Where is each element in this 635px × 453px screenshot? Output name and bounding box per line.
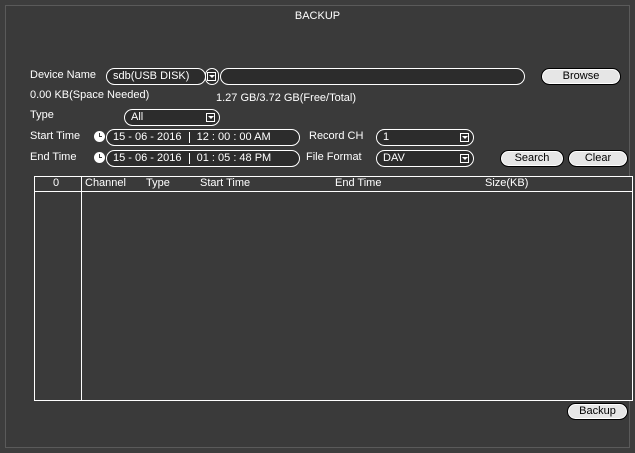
end-time-label: End Time (30, 151, 77, 163)
search-button[interactable]: Search (500, 150, 564, 167)
device-dropdown-button[interactable] (205, 68, 219, 85)
table-header: 0 Channel Type Start Time End Time Size(… (35, 177, 632, 192)
backup-window: BACKUP Device Name sdb(USB DISK) Browse … (5, 5, 633, 448)
field-divider (188, 152, 190, 164)
column-header-index: 0 (53, 177, 60, 189)
end-datetime-field[interactable]: 15 - 06 - 2016 01 : 05 : 48 PM (106, 150, 300, 167)
record-ch-label: Record CH (309, 130, 364, 142)
file-format-value: DAV (383, 152, 405, 164)
column-header-start-time: Start Time (200, 177, 251, 189)
chevron-down-icon (460, 133, 469, 142)
backup-button[interactable]: Backup (567, 403, 628, 420)
column-divider (81, 177, 82, 400)
type-select[interactable]: All (124, 109, 220, 126)
start-time-label: Start Time (30, 130, 81, 142)
results-table[interactable]: 0 Channel Type Start Time End Time Size(… (34, 176, 633, 401)
chevron-down-icon (207, 72, 216, 81)
end-date-value: 15 - 06 - 2016 (113, 152, 182, 164)
file-format-select[interactable]: DAV (376, 150, 474, 167)
start-datetime-field[interactable]: 15 - 06 - 2016 12 : 00 : 00 AM (106, 129, 300, 146)
browse-button[interactable]: Browse (541, 68, 621, 85)
end-time-value: 01 : 05 : 48 PM (196, 152, 272, 164)
free-total-text: 1.27 GB/3.72 GB(Free/Total) (216, 92, 357, 104)
field-divider (188, 131, 190, 143)
clock-icon (94, 152, 105, 163)
device-path-field[interactable] (220, 68, 525, 85)
device-name-label: Device Name (30, 69, 97, 81)
column-header-type: Type (146, 177, 170, 189)
start-date-value: 15 - 06 - 2016 (113, 131, 182, 143)
clear-button[interactable]: Clear (568, 150, 628, 167)
clock-icon (94, 131, 105, 142)
device-select-value: sdb(USB DISK) (113, 70, 190, 82)
type-label: Type (30, 109, 54, 121)
record-ch-value: 1 (383, 131, 390, 143)
column-header-end-time: End Time (335, 177, 382, 189)
chevron-down-icon (460, 154, 469, 163)
start-time-value: 12 : 00 : 00 AM (196, 131, 271, 143)
space-needed-text: 0.00 KB(Space Needed) (30, 89, 150, 101)
type-select-value: All (131, 111, 144, 123)
record-ch-select[interactable]: 1 (376, 129, 474, 146)
device-select[interactable]: sdb(USB DISK) (106, 68, 206, 85)
column-header-channel: Channel (85, 177, 126, 189)
chevron-down-icon (206, 113, 215, 122)
column-header-size: Size(KB) (485, 177, 529, 189)
file-format-label: File Format (306, 151, 362, 163)
window-title: BACKUP (294, 10, 341, 22)
